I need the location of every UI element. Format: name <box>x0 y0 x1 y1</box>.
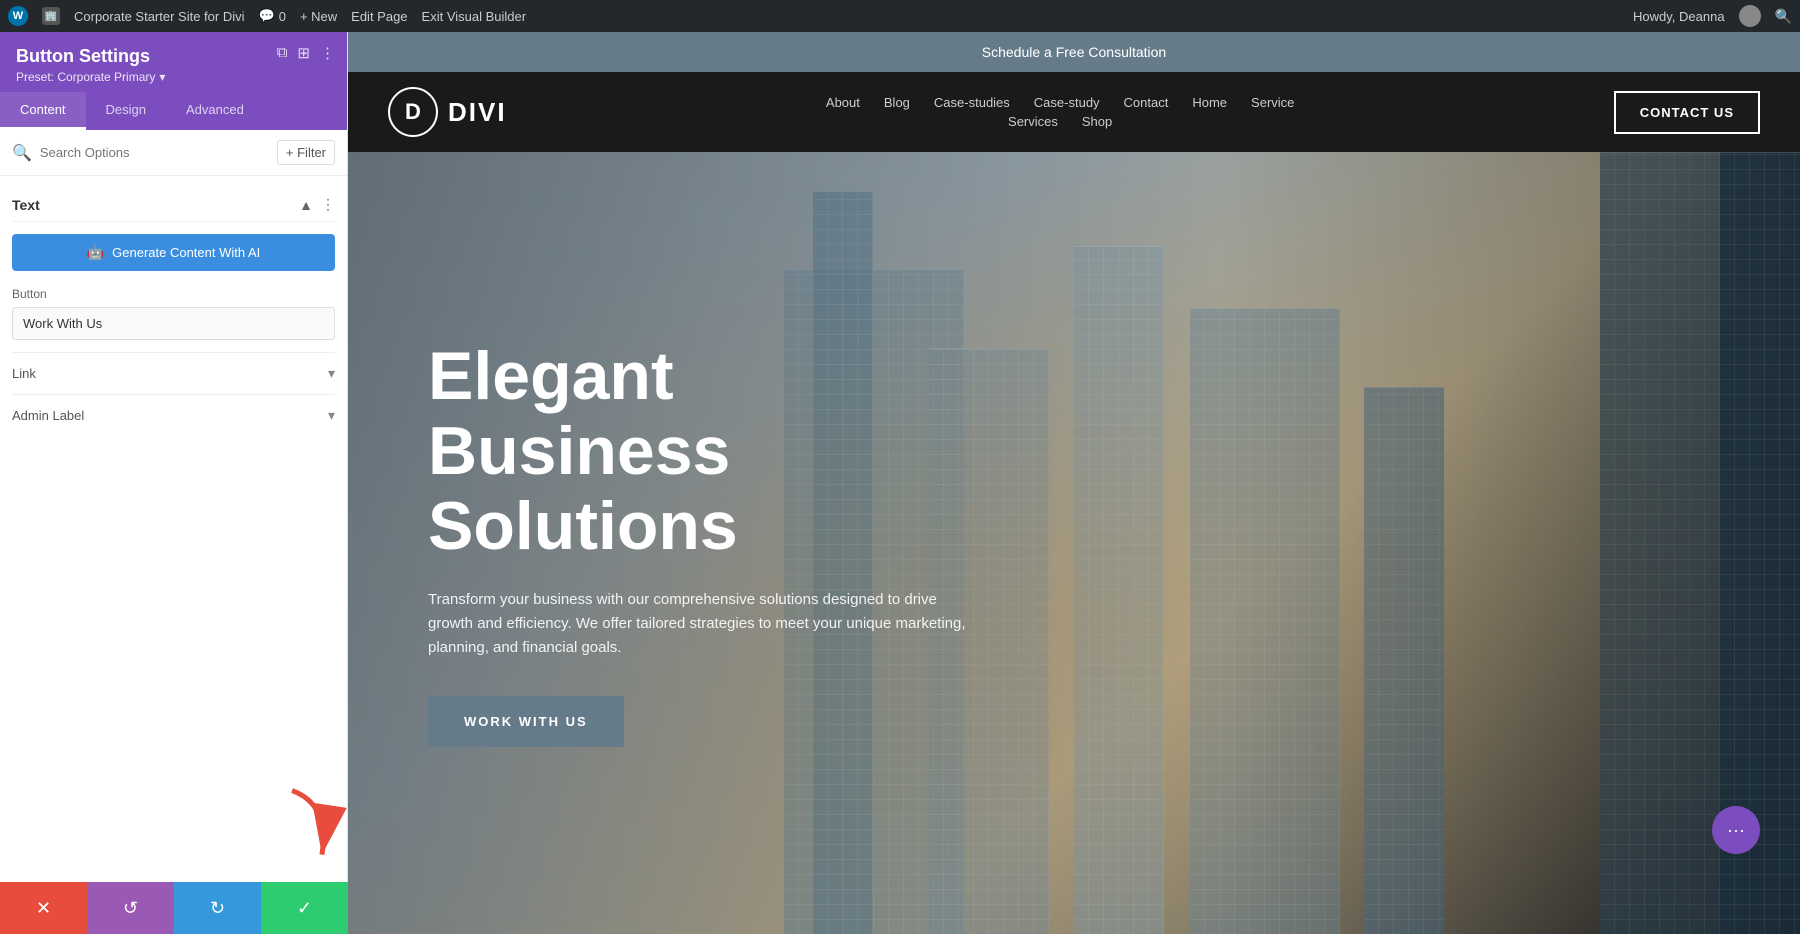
nav-bottom-row: Services Shop <box>1008 114 1112 129</box>
hero-title: Elegant Business Solutions <box>428 339 968 563</box>
wp-admin-bar: W 🏢 Corporate Starter Site for Divi 💬 0 … <box>0 0 1800 32</box>
arrow-indicator <box>260 789 360 874</box>
link-section: Link ▾ <box>12 352 335 394</box>
howdy-label: Howdy, Deanna <box>1633 9 1725 24</box>
nav-case-study[interactable]: Case-study <box>1034 95 1100 110</box>
admin-label-title: Admin Label <box>12 408 84 423</box>
edit-page-link[interactable]: Edit Page <box>351 9 407 24</box>
contact-us-button[interactable]: CONTACT US <box>1614 91 1760 134</box>
wp-logo-icon[interactable]: W <box>8 6 28 26</box>
link-section-header[interactable]: Link ▾ <box>12 365 335 382</box>
search-icon: 🔍 <box>12 143 32 163</box>
section-icons: ▲ ⋮ <box>299 196 335 213</box>
admin-label-section: Admin Label ▾ <box>12 394 335 436</box>
text-section-header: Text ▲ ⋮ <box>12 188 335 222</box>
button-field-label: Button <box>12 287 335 301</box>
hero-cta-button[interactable]: WORK WITH US <box>428 696 624 747</box>
website-preview: Schedule a Free Consultation D DIVI Abou… <box>348 32 1800 934</box>
panel-tabs: Content Design Advanced <box>0 92 347 130</box>
admin-label-chevron-icon[interactable]: ▾ <box>328 407 335 424</box>
search-input[interactable] <box>40 145 269 160</box>
panel-header: Button Settings Preset: Corporate Primar… <box>0 32 347 92</box>
site-top-bar: Schedule a Free Consultation <box>348 32 1800 72</box>
generate-ai-button[interactable]: 🤖 Generate Content With AI <box>12 234 335 271</box>
redo-button[interactable]: ↻ <box>174 882 261 934</box>
filter-button[interactable]: + Filter <box>277 140 335 165</box>
main-layout: Button Settings Preset: Corporate Primar… <box>0 32 1800 934</box>
admin-bar-right: Howdy, Deanna 🔍 <box>1633 5 1792 27</box>
comments-link[interactable]: 💬 0 <box>259 8 286 24</box>
hero-section: Elegant Business Solutions Transform you… <box>348 152 1800 934</box>
admin-label-header[interactable]: Admin Label ▾ <box>12 407 335 424</box>
hero-subtitle: Transform your business with our compreh… <box>428 588 968 660</box>
panel-header-icons: ⧉ ⊞ ⋮ <box>277 44 335 62</box>
nav-about[interactable]: About <box>826 95 860 110</box>
tab-content[interactable]: Content <box>0 92 86 130</box>
panel-content: Text ▲ ⋮ 🤖 Generate Content With AI Butt… <box>0 176 347 882</box>
nav-shop[interactable]: Shop <box>1082 114 1112 129</box>
link-section-title: Link <box>12 366 36 381</box>
columns-icon[interactable]: ⊞ <box>297 44 310 62</box>
save-button[interactable]: ✓ <box>261 882 348 934</box>
maximize-icon[interactable]: ⧉ <box>277 44 288 62</box>
undo-button[interactable]: ↺ <box>87 882 174 934</box>
site-name-link[interactable]: Corporate Starter Site for Divi <box>74 9 245 24</box>
nav-contact[interactable]: Contact <box>1124 95 1169 110</box>
site-logo[interactable]: D DIVI <box>388 87 507 137</box>
left-panel: Button Settings Preset: Corporate Primar… <box>0 32 348 934</box>
tab-design[interactable]: Design <box>86 92 166 130</box>
collapse-chevron-icon[interactable]: ▲ <box>299 197 313 213</box>
link-chevron-icon[interactable]: ▾ <box>328 365 335 382</box>
bottom-bar: ✕ ↺ ↻ ✓ <box>0 882 348 934</box>
panel-preset: Preset: Corporate Primary ▾ <box>16 70 331 84</box>
tab-advanced[interactable]: Advanced <box>166 92 264 130</box>
nav-services[interactable]: Services <box>1008 114 1058 129</box>
more-options-icon[interactable]: ⋮ <box>320 44 335 62</box>
floating-menu-button[interactable]: ··· <box>1712 806 1760 854</box>
admin-bar-left: W 🏢 Corporate Starter Site for Divi 💬 0 … <box>8 6 526 26</box>
text-section-title: Text <box>12 197 40 213</box>
admin-avatar[interactable] <box>1739 5 1761 27</box>
site-icon: 🏢 <box>42 7 60 25</box>
search-bar: 🔍 + Filter <box>0 130 347 176</box>
search-icon[interactable]: 🔍 <box>1775 8 1792 25</box>
nav-service[interactable]: Service <box>1251 95 1294 110</box>
logo-text: DIVI <box>448 97 507 128</box>
logo-circle: D <box>388 87 438 137</box>
site-header: D DIVI About Blog Case-studies Case-stud… <box>348 72 1800 152</box>
button-text-input[interactable] <box>12 307 335 340</box>
nav-top-row: About Blog Case-studies Case-study Conta… <box>826 95 1295 110</box>
nav-case-studies[interactable]: Case-studies <box>934 95 1010 110</box>
nav-home[interactable]: Home <box>1192 95 1227 110</box>
exit-builder-link[interactable]: Exit Visual Builder <box>422 9 527 24</box>
section-menu-icon[interactable]: ⋮ <box>321 196 335 213</box>
top-bar-text: Schedule a Free Consultation <box>982 44 1166 60</box>
site-navigation: About Blog Case-studies Case-study Conta… <box>826 95 1295 129</box>
ai-icon: 🤖 <box>87 244 104 261</box>
nav-blog[interactable]: Blog <box>884 95 910 110</box>
button-section: Button <box>12 287 335 340</box>
cancel-button[interactable]: ✕ <box>0 882 87 934</box>
hero-content: Elegant Business Solutions Transform you… <box>348 279 1048 806</box>
new-button[interactable]: + New <box>300 9 337 24</box>
preset-chevron-icon[interactable]: ▾ <box>159 70 165 84</box>
